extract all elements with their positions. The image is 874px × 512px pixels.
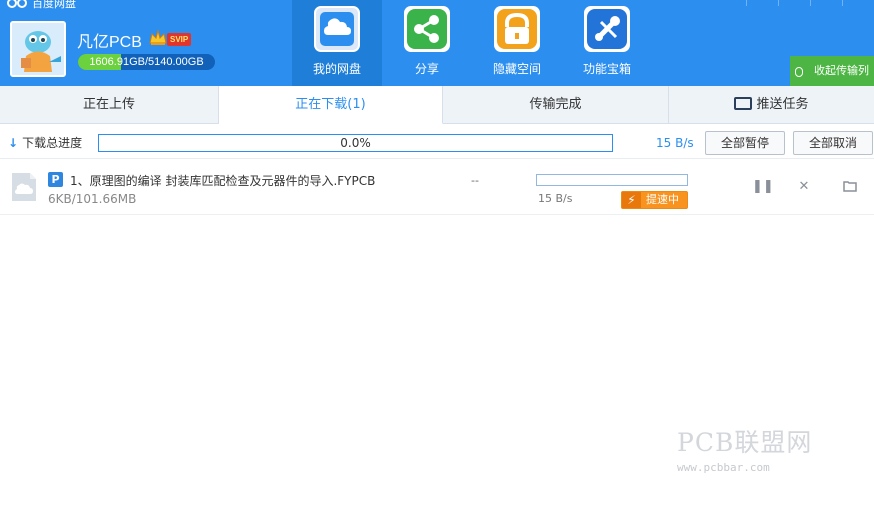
app-header: 百度网盘 凡亿PCB SVIP 1606.91GB/5140.00GB 我的网盘…: [0, 0, 874, 86]
transfer-tabs: 正在上传 正在下载(1) 传输完成 推送任务: [0, 86, 874, 124]
nav-hidden-space-label: 隐藏空间: [492, 62, 541, 76]
tab-push-tasks-label: 推送任务: [756, 97, 809, 112]
share-icon: [404, 6, 450, 52]
speed-boost-label: 提速中: [646, 193, 679, 206]
nav-my-drive-label: 我的网盘: [312, 62, 361, 76]
nav-my-drive[interactable]: 我的网盘: [292, 0, 382, 86]
nav-hidden-space[interactable]: 隐藏空间: [472, 0, 562, 86]
item-progress-bar: [536, 174, 688, 186]
push-screen-icon: [734, 97, 753, 110]
app-title-bar: 百度网盘: [6, 0, 76, 10]
tab-downloading[interactable]: 正在下载(1): [219, 86, 443, 124]
watermark: PCB联盟网 www.pcbbar.com: [677, 423, 812, 474]
storage-quota-text: 1606.91GB/5140.00GB: [89, 56, 204, 68]
folder-icon[interactable]: [843, 180, 857, 194]
pause-all-button[interactable]: 全部暂停: [705, 131, 785, 155]
total-progress-bar: 0.0%: [98, 134, 613, 152]
total-speed: 15 B/s: [656, 136, 694, 150]
window-controls[interactable]: [746, 0, 874, 6]
tools-icon: [584, 6, 630, 52]
nav-toolbox[interactable]: 功能宝箱: [562, 0, 652, 86]
nav-toolbox-label: 功能宝箱: [582, 62, 631, 76]
user-name: 凡亿PCB: [77, 34, 142, 51]
lightning-icon: ⚡: [622, 192, 641, 208]
cloud-drive-icon: [314, 6, 360, 52]
minimize-button[interactable]: [810, 0, 842, 6]
watermark-logo: PCB联盟网: [677, 428, 813, 457]
menu-button[interactable]: [778, 0, 810, 6]
baidu-netdisk-window: 百度网盘 凡亿PCB SVIP 1606.91GB/5140.00GB 我的网盘…: [0, 0, 874, 512]
tab-uploading[interactable]: 正在上传: [0, 86, 219, 124]
file-name: 1、原理图的编译 封装库匹配检查及元器件的导入.FYPCB: [70, 174, 376, 188]
user-avatar-icon: [12, 23, 64, 75]
file-type-badge: P: [48, 172, 63, 187]
total-progress-text: 下载总进度: [22, 136, 83, 150]
app-title: 百度网盘: [32, 0, 76, 10]
svip-crown-icon: [149, 29, 167, 45]
speed-boost-badge[interactable]: ⚡ 提速中: [621, 191, 688, 209]
download-summary: ↓ 下载总进度 0.0% 15 B/s 全部暂停 全部取消: [0, 125, 874, 159]
watermark-url: www.pcbbar.com: [677, 461, 770, 474]
nav-share[interactable]: 分享: [382, 0, 472, 86]
vip-badge: SVIP: [167, 33, 192, 46]
lock-icon: [494, 6, 540, 52]
main-nav: 我的网盘 分享 隐藏空间 功能宝箱: [292, 0, 652, 86]
download-list-item[interactable]: P 1、原理图的编译 封装库匹配检查及元器件的导入.FYPCB 6KB/101.…: [0, 160, 874, 215]
total-progress-label: ↓ 下载总进度: [8, 134, 82, 151]
tab-completed[interactable]: 传输完成: [443, 86, 669, 124]
close-icon[interactable]: ✕: [797, 180, 811, 194]
file-size: 6KB/101.66MB: [48, 192, 137, 206]
tab-push-tasks[interactable]: 推送任务: [669, 86, 874, 124]
skin-button[interactable]: [746, 0, 778, 6]
total-progress-value: 0.0%: [340, 136, 371, 150]
collapse-transfer-list-button[interactable]: 收起传输列: [790, 56, 874, 86]
avatar[interactable]: [10, 21, 66, 77]
file-cloud-icon: [12, 173, 36, 201]
close-button[interactable]: [842, 0, 874, 6]
download-arrow-icon: ↓: [8, 136, 19, 150]
pause-icon[interactable]: ❚❚: [752, 180, 774, 194]
remaining-time: --: [471, 174, 479, 187]
storage-quota-bar: 1606.91GB/5140.00GB: [78, 54, 215, 70]
nav-share-label: 分享: [414, 62, 439, 76]
cancel-all-button[interactable]: 全部取消: [793, 131, 873, 155]
item-speed: 15 B/s: [538, 192, 573, 205]
baidu-cloud-logo-icon: [7, 0, 27, 8]
